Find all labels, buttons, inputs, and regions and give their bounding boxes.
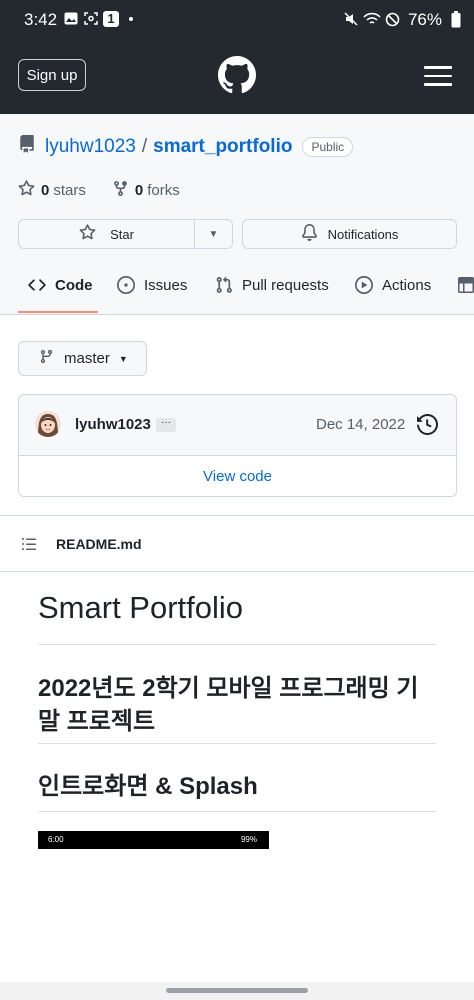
do-not-disturb-icon bbox=[385, 12, 400, 30]
tab-issues[interactable]: Issues bbox=[117, 276, 187, 294]
embedded-screenshot-image: 6:00 99% bbox=[38, 831, 269, 849]
forks-label[interactable]: forks bbox=[147, 182, 180, 199]
tab-code-label: Code bbox=[55, 276, 93, 294]
caret-down-icon: ▼ bbox=[208, 228, 219, 240]
repo-tabs: Code Issues Pull requests Actions bbox=[0, 264, 474, 314]
active-tab-indicator bbox=[18, 311, 98, 313]
star-button-label: Star bbox=[110, 226, 134, 242]
github-logo-icon[interactable] bbox=[218, 56, 256, 94]
forks-count[interactable]: 0 bbox=[135, 182, 143, 199]
commit-message-expand-button[interactable]: ··· bbox=[156, 418, 176, 432]
commit-author[interactable]: lyuhw1023 bbox=[75, 416, 151, 433]
screenshot-icon bbox=[84, 12, 98, 28]
commit-header: lyuhw1023 ··· Dec 14, 2022 bbox=[19, 395, 456, 456]
tab-pull-requests-label: Pull requests bbox=[242, 276, 329, 294]
status-bar: 3:42 1 76% bbox=[0, 0, 474, 38]
tab-code[interactable]: Code bbox=[28, 276, 93, 294]
repo-separator: / bbox=[141, 136, 148, 157]
branch-icon bbox=[39, 348, 54, 369]
table-icon bbox=[458, 277, 474, 293]
notifications-label: Notifications bbox=[327, 226, 399, 242]
tab-pull-requests[interactable]: Pull requests bbox=[215, 276, 329, 294]
repo-name-link[interactable]: smart_portfolio bbox=[153, 136, 292, 158]
branch-selector-button[interactable]: master ▼ bbox=[18, 341, 147, 376]
battery-level: 76% bbox=[407, 10, 442, 29]
repo-title: lyuhw1023 / smart_portfolio Public bbox=[18, 134, 354, 160]
readme-subtitle-line-2: 말 프로젝트 bbox=[38, 708, 156, 735]
heading-divider bbox=[38, 811, 436, 812]
battery-icon bbox=[451, 11, 461, 31]
pull-request-icon bbox=[216, 276, 232, 293]
tab-actions[interactable]: Actions bbox=[355, 276, 431, 294]
code-icon bbox=[28, 279, 46, 291]
tab-projects-partial[interactable] bbox=[458, 276, 474, 294]
readme-header: README.md bbox=[0, 515, 474, 572]
repo-icon bbox=[18, 134, 36, 160]
play-icon bbox=[355, 276, 373, 294]
history-icon[interactable] bbox=[417, 413, 439, 440]
status-time: 3:42 bbox=[24, 10, 58, 29]
avatar[interactable] bbox=[35, 411, 61, 437]
commit-date[interactable]: Dec 14, 2022 bbox=[316, 416, 405, 433]
star-icon bbox=[18, 180, 35, 201]
readme-title: Smart Portfolio bbox=[38, 590, 244, 625]
screenshot-battery: 99% bbox=[240, 835, 257, 844]
tab-actions-label: Actions bbox=[382, 276, 432, 294]
heading-divider bbox=[38, 743, 436, 744]
readme-subtitle: 2022년도 2학기 모바일 프로그래밍 기 말 프로젝트 bbox=[38, 672, 436, 738]
readme-subtitle-line-1: 2022년도 2학기 모바일 프로그래밍 기 bbox=[38, 675, 419, 702]
notification-count-badge: 1 bbox=[103, 11, 119, 27]
star-button-group: Star ▼ bbox=[18, 219, 233, 249]
readme-section-heading: 인트로화면 & Splash bbox=[38, 773, 258, 800]
notifications-button[interactable]: Notifications bbox=[242, 219, 457, 249]
tab-issues-label: Issues bbox=[144, 276, 188, 294]
gallery-icon bbox=[64, 12, 78, 28]
repo-header: lyuhw1023 / smart_portfolio Public 0 sta… bbox=[0, 114, 474, 315]
issue-icon bbox=[117, 276, 135, 294]
star-dropdown-button[interactable]: ▼ bbox=[195, 229, 232, 240]
dot-icon bbox=[129, 17, 133, 21]
star-button[interactable]: Star bbox=[19, 220, 195, 248]
wifi-icon bbox=[363, 12, 381, 29]
repo-counts: 0 stars 0 forks bbox=[18, 180, 180, 201]
stars-label[interactable]: stars bbox=[53, 182, 86, 199]
view-code-link[interactable]: View code bbox=[19, 455, 456, 496]
readme-filename[interactable]: README.md bbox=[56, 536, 142, 552]
repo-owner-link[interactable]: lyuhw1023 bbox=[45, 136, 136, 158]
fork-icon bbox=[112, 180, 129, 201]
mute-icon bbox=[344, 12, 358, 29]
screenshot-time: 6:00 bbox=[48, 835, 64, 844]
visibility-badge: Public bbox=[302, 137, 354, 157]
latest-commit-box: lyuhw1023 ··· Dec 14, 2022 View code bbox=[18, 394, 457, 497]
menu-hamburger-icon[interactable] bbox=[424, 66, 452, 86]
bell-icon bbox=[301, 224, 318, 244]
star-outline-icon bbox=[79, 224, 96, 244]
caret-down-icon: ▼ bbox=[118, 353, 128, 364]
stars-count[interactable]: 0 bbox=[41, 182, 49, 199]
branch-name: master bbox=[64, 350, 110, 367]
list-unordered-icon[interactable] bbox=[20, 536, 38, 557]
sign-up-button[interactable]: Sign up bbox=[18, 59, 86, 91]
heading-divider bbox=[38, 644, 436, 645]
site-header: Sign up bbox=[0, 38, 474, 114]
home-indicator[interactable] bbox=[166, 988, 308, 993]
